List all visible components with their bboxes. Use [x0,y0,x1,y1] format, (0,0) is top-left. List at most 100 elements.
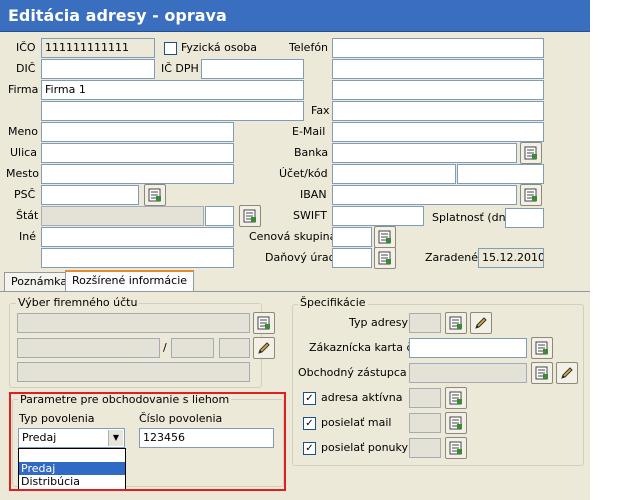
kod-field[interactable] [457,164,544,184]
obchodny-zastupca-lookup-button[interactable] [531,362,553,384]
ucet-extra-field [219,338,250,358]
telefon-line3-field[interactable] [332,80,544,100]
splatnost-field[interactable] [505,208,544,228]
stat-name-field [41,206,204,226]
psc-field[interactable] [41,185,139,205]
email-label: E-Mail [292,125,326,138]
swift-label: SWIFT [293,209,327,222]
posielat-mail-field [409,413,441,433]
ine-field[interactable] [41,227,234,247]
notepad-lookup-icon [449,391,462,405]
posielat-ponuky-field [409,438,441,458]
email-field[interactable] [332,122,544,142]
notepad-lookup-icon [148,188,161,202]
ine-line2-field[interactable] [41,248,234,268]
adresa-aktivna-checkbox[interactable]: ✓ [303,392,316,405]
fax-label: Fax [311,104,330,117]
specifikacie-title: Špecifikácie [298,296,368,309]
zakaznicka-karta-label: Zákaznícka karta č. [309,341,416,354]
notepad-lookup-icon [535,366,548,380]
obchodny-zastupca-label: Obchodný zástupca č. [298,366,420,379]
cenova-skupina-field[interactable] [332,227,372,247]
ucet-iban-field [17,362,250,382]
ucet-number-field [17,338,160,358]
posielat-ponuky-lookup-button[interactable] [445,437,467,459]
fyzicka-osoba-label: Fyzická osoba [181,41,258,54]
fyzicka-osoba-checkbox[interactable] [164,42,177,55]
ine-label: Iné [19,230,36,243]
notepad-lookup-icon [449,441,462,455]
typ-adresy-field [409,313,441,333]
ic-dph-field[interactable] [201,59,304,79]
stat-code-field[interactable] [205,206,234,226]
tab-poznamka[interactable]: Poznámka [4,272,75,291]
notepad-lookup-icon [243,209,256,223]
ucet-kod-label: Účet/kód [279,167,328,180]
zaradene-field: 15.12.2010 [478,248,544,268]
ucet-field[interactable] [332,164,456,184]
meno-label: Meno [8,125,38,138]
vyber-uctu-title: Výber firemného účtu [16,296,140,309]
typ-adresy-edit-button[interactable] [470,312,492,334]
stat-label: Štát [16,209,39,222]
banka-lookup-button[interactable] [520,142,542,164]
posielat-mail-label: posielať mail [321,416,392,429]
pencil-icon [561,367,573,379]
ucet-bank-code-field [171,338,214,358]
ucet-name-field [17,313,250,333]
banka-label: Banka [294,146,329,159]
zakaznicka-karta-lookup-button[interactable] [531,337,553,359]
iban-field[interactable] [332,185,517,205]
mesto-label: Mesto [6,167,40,180]
posielat-mail-lookup-button[interactable] [445,412,467,434]
ucet-lookup-button[interactable] [253,312,275,334]
notepad-lookup-icon [535,341,548,355]
notepad-lookup-icon [449,316,462,330]
tab-rozsirene-informacie[interactable]: Rozšírené informácie [65,270,195,292]
tab-panel-border [0,291,590,292]
telefon-label: Telefón [289,41,329,54]
adresa-aktivna-lookup-button[interactable] [445,387,467,409]
adresa-aktivna-field [409,388,441,408]
ico-field[interactable]: 111111111111 [41,38,155,58]
swift-field[interactable] [332,206,424,226]
obchodny-zastupca-field [409,363,527,383]
firma-field[interactable]: Firma 1 [41,80,304,100]
typ-adresy-label: Typ adresy [349,316,409,329]
posielat-ponuky-label: posielať ponuky [321,441,409,454]
posielat-mail-checkbox[interactable]: ✓ [303,417,316,430]
typ-adresy-lookup-button[interactable] [445,312,467,334]
notepad-lookup-icon [378,230,391,244]
address-edit-window: Editácia adresy - oprava IČO 11111111111… [0,0,590,500]
stat-lookup-button[interactable] [239,205,261,227]
fax-field[interactable] [332,101,544,121]
notepad-lookup-icon [524,146,537,160]
cenova-skupina-label: Cenová skupina [249,230,337,243]
window-title: Editácia adresy - oprava [0,0,590,32]
mesto-field[interactable] [41,164,234,184]
adresa-aktivna-label: adresa aktívna [321,391,403,404]
iban-lookup-button[interactable] [520,184,542,206]
obchodny-zastupca-edit-button[interactable] [556,362,578,384]
notepad-lookup-icon [449,416,462,430]
banka-field[interactable] [332,143,517,163]
telefon-field[interactable] [332,38,544,58]
posielat-ponuky-checkbox[interactable]: ✓ [303,442,316,455]
danovy-urad-label: Daňový úrad [265,251,336,264]
meno-field[interactable] [41,122,234,142]
danovy-urad-lookup-button[interactable] [374,247,396,269]
telefon-line2-field[interactable] [332,59,544,79]
cenova-skupina-lookup-button[interactable] [374,226,396,248]
ucet-separator: / [163,341,167,354]
ulica-field[interactable] [41,143,234,163]
psc-lookup-button[interactable] [144,184,166,206]
pencil-icon [475,317,487,329]
ico-label: IČO [16,41,36,54]
danovy-urad-field[interactable] [332,248,372,268]
zakaznicka-karta-field[interactable] [409,338,527,358]
splatnost-label: Splatnosť (dni) [432,211,513,224]
red-highlight-frame [9,392,286,491]
ucet-edit-button[interactable] [253,337,275,359]
firma-line2-field[interactable] [41,101,304,121]
dic-field[interactable] [41,59,155,79]
